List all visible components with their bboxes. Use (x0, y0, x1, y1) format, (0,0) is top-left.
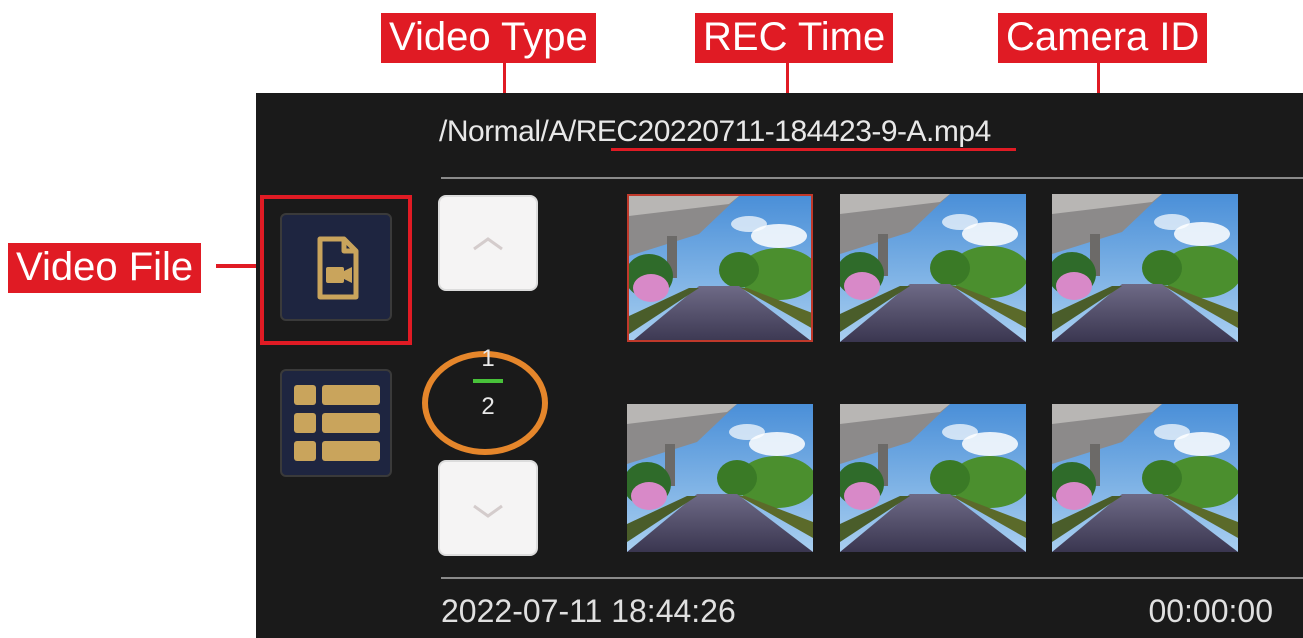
page-divider-bar (473, 379, 503, 383)
callout-rec-time: REC Time (695, 13, 894, 63)
video-file-icon (317, 236, 359, 300)
file-path: /Normal/A/REC20220711-184423-9-A.mp4 (439, 115, 991, 148)
page-total: 2 (481, 393, 495, 420)
video-thumbnail[interactable] (840, 404, 1026, 552)
callout-camera-id: Camera ID (998, 13, 1208, 63)
page-down-button[interactable] (438, 460, 538, 556)
top-divider (441, 177, 1303, 179)
callout-video-file: Video File (8, 243, 202, 293)
video-thumbnail[interactable] (1052, 194, 1238, 342)
video-file-button[interactable] (280, 213, 392, 321)
video-thumbnail[interactable] (627, 404, 813, 552)
video-thumbnail[interactable] (627, 194, 813, 342)
bottom-divider (441, 577, 1303, 579)
rec-time-underline (611, 148, 1016, 151)
page-current: 1 (481, 345, 495, 372)
recording-datetime: 2022-07-11 18:44:26 (441, 593, 736, 629)
chevron-up-icon (473, 237, 503, 251)
list-view-icon (294, 385, 380, 461)
dashcam-screen: /Normal/A/REC20220711-184423-9-A.mp4 1 2 (256, 93, 1303, 638)
chevron-down-icon (473, 504, 503, 518)
page-up-button[interactable] (438, 195, 538, 291)
list-view-button[interactable] (280, 369, 392, 477)
callout-video-file-leader (216, 264, 258, 268)
video-thumbnail[interactable] (840, 194, 1026, 342)
video-thumbnail[interactable] (1052, 404, 1238, 552)
callout-video-type: Video Type (381, 13, 596, 63)
playback-duration: 00:00:00 (1148, 593, 1273, 629)
